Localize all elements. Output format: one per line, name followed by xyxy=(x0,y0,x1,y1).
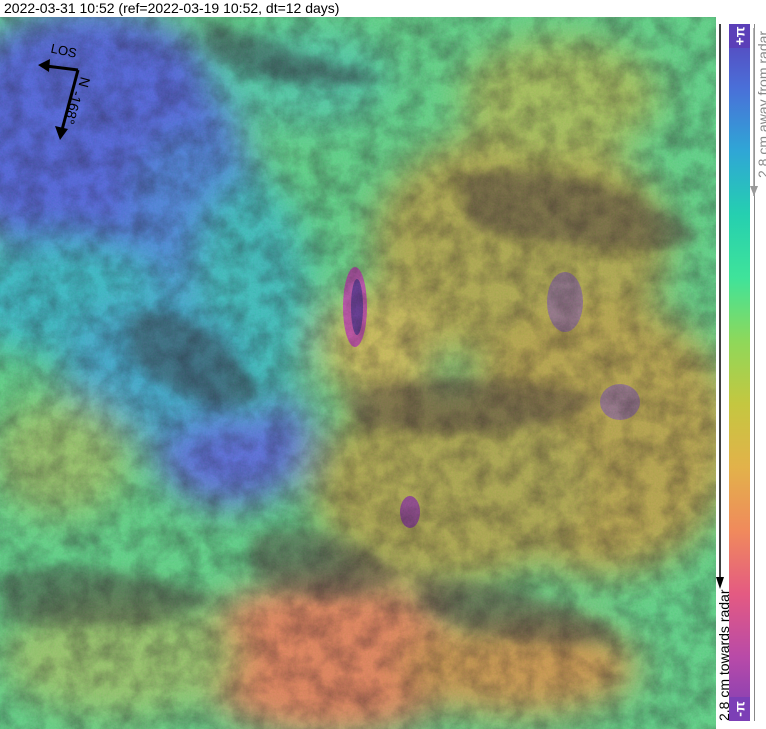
towards-radar-label: 2.8 cm towards radar xyxy=(716,589,732,722)
towards-arrow-icon xyxy=(716,577,724,589)
away-from-radar-label: 2.8 cm away from radar xyxy=(755,30,766,178)
away-arrow-icon xyxy=(750,186,758,196)
interferogram-figure: 2022-03-31 10:52 (ref=2022-03-19 10:52, … xyxy=(0,0,766,729)
north-label: N xyxy=(76,75,94,89)
compass-rose: LOS N -168° xyxy=(28,40,108,150)
heading-label: -168° xyxy=(61,89,85,126)
los-arrow-icon xyxy=(38,59,79,72)
figure-title: 2022-03-31 10:52 (ref=2022-03-19 10:52, … xyxy=(4,0,340,16)
los-label: LOS xyxy=(50,41,79,61)
